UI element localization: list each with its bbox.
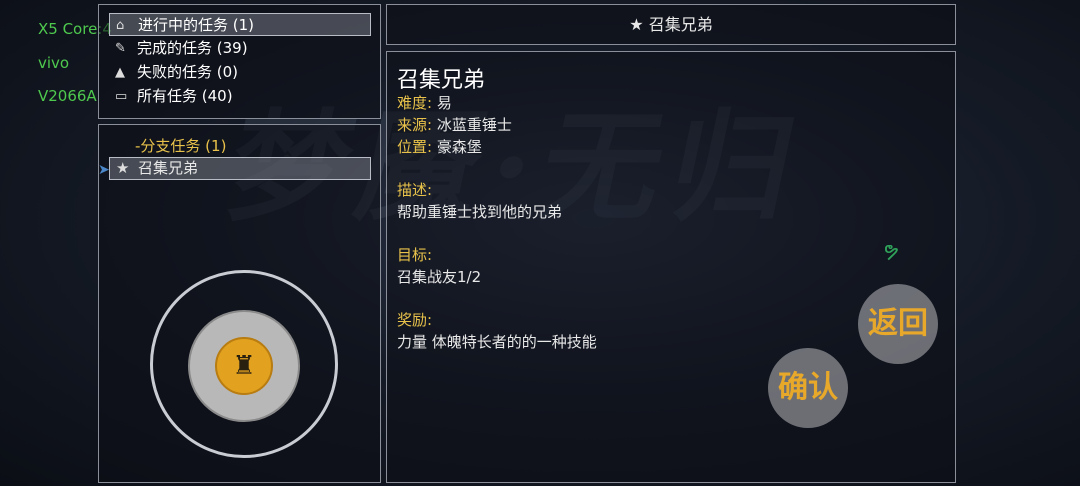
confirm-button[interactable]: 确认 xyxy=(768,348,848,428)
star-icon: ★ xyxy=(116,159,130,177)
house-icon: ⌂ xyxy=(116,18,125,33)
category-all[interactable]: ▭ 所有任务 (40) xyxy=(109,85,371,108)
category-label: 所有任务 (40) xyxy=(137,87,233,105)
quest-detail-panel: 召集兄弟 难度: 易 来源: 冰蓝重锤士 位置: 豪森堡 描述: 帮助重锤士找到… xyxy=(386,51,956,483)
difficulty-label: 难度: xyxy=(397,94,433,112)
description-label: 描述: xyxy=(397,181,433,199)
category-in-progress[interactable]: ⌂ 进行中的任务 (1) xyxy=(109,13,371,36)
selection-arrow-icon: ➤ xyxy=(98,162,110,178)
goal-text: 召集战友1/2 xyxy=(397,268,482,286)
scroll-icon: ✎ xyxy=(115,41,126,56)
reward-text: 力量 体魄特长者的的一种技能 xyxy=(397,333,597,351)
source-value: 冰蓝重锤士 xyxy=(436,116,512,134)
category-failed[interactable]: ▲ 失败的任务 (0) xyxy=(109,61,371,84)
category-label: 进行中的任务 (1) xyxy=(138,16,255,34)
book-icon: ▭ xyxy=(115,89,128,104)
back-button[interactable]: 返回 xyxy=(858,284,938,364)
flag-icon: ▲ xyxy=(115,65,125,80)
quest-category-panel: ⌂ 进行中的任务 (1) ✎ 完成的任务 (39) ▲ 失败的任务 (0) ▭ … xyxy=(98,4,381,119)
category-label: 失败的任务 (0) xyxy=(137,63,239,81)
swirl-effect-icon: ຯ xyxy=(883,238,899,262)
location-label: 位置: xyxy=(397,138,433,156)
detail-title: 召集兄弟 xyxy=(397,68,486,93)
reward-label: 奖励: xyxy=(397,311,433,329)
category-completed[interactable]: ✎ 完成的任务 (39) xyxy=(109,37,371,60)
quest-item[interactable]: ➤ ★ 召集兄弟 xyxy=(98,157,371,180)
header-title: 召集兄弟 xyxy=(648,15,713,34)
description-text: 帮助重锤士找到他的兄弟 xyxy=(397,203,563,221)
joystick-knob-helmet-icon[interactable]: ♜ xyxy=(215,337,273,395)
quest-header-bar: ★ 召集兄弟 xyxy=(386,4,956,45)
subtask-group-header[interactable]: -分支任务 (1) xyxy=(135,135,226,156)
quest-item-label: 召集兄弟 xyxy=(138,159,199,177)
star-icon: ★ xyxy=(629,15,644,34)
location-row: 位置: 豪森堡 xyxy=(397,136,482,157)
goal-label: 目标: xyxy=(397,246,433,264)
source-label: 来源: xyxy=(397,116,433,134)
debug-model-text: V2066A xyxy=(38,87,97,105)
source-row: 来源: 冰蓝重锤士 xyxy=(397,114,512,135)
difficulty-row: 难度: 易 xyxy=(397,92,452,113)
debug-brand-text: vivo xyxy=(38,54,70,72)
location-value: 豪森堡 xyxy=(436,138,482,156)
category-label: 完成的任务 (39) xyxy=(137,39,248,57)
difficulty-value: 易 xyxy=(436,94,452,112)
